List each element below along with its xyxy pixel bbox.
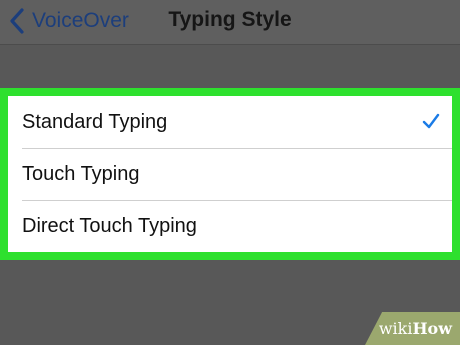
navigation-bar: VoiceOver Typing Style	[0, 0, 460, 45]
option-label: Touch Typing	[22, 162, 140, 185]
page-title: Typing Style	[168, 8, 292, 31]
option-label: Direct Touch Typing	[22, 214, 197, 237]
option-label: Standard Typing	[22, 110, 168, 133]
checkmark-icon	[422, 113, 440, 129]
wikihow-watermark: wiki How	[365, 312, 460, 345]
option-direct-touch-typing[interactable]: Direct Touch Typing	[8, 200, 452, 252]
watermark-how-text: How	[412, 319, 452, 338]
option-standard-typing[interactable]: Standard Typing	[8, 96, 452, 148]
screen: VoiceOver Typing Style Standard Typing T…	[0, 0, 460, 345]
typing-style-list: Standard Typing Touch Typing Direct Touc…	[8, 96, 452, 252]
watermark-wiki-text: wiki	[378, 319, 413, 338]
option-touch-typing[interactable]: Touch Typing	[8, 148, 452, 200]
typing-style-highlight-frame: Standard Typing Touch Typing Direct Touc…	[0, 88, 460, 260]
